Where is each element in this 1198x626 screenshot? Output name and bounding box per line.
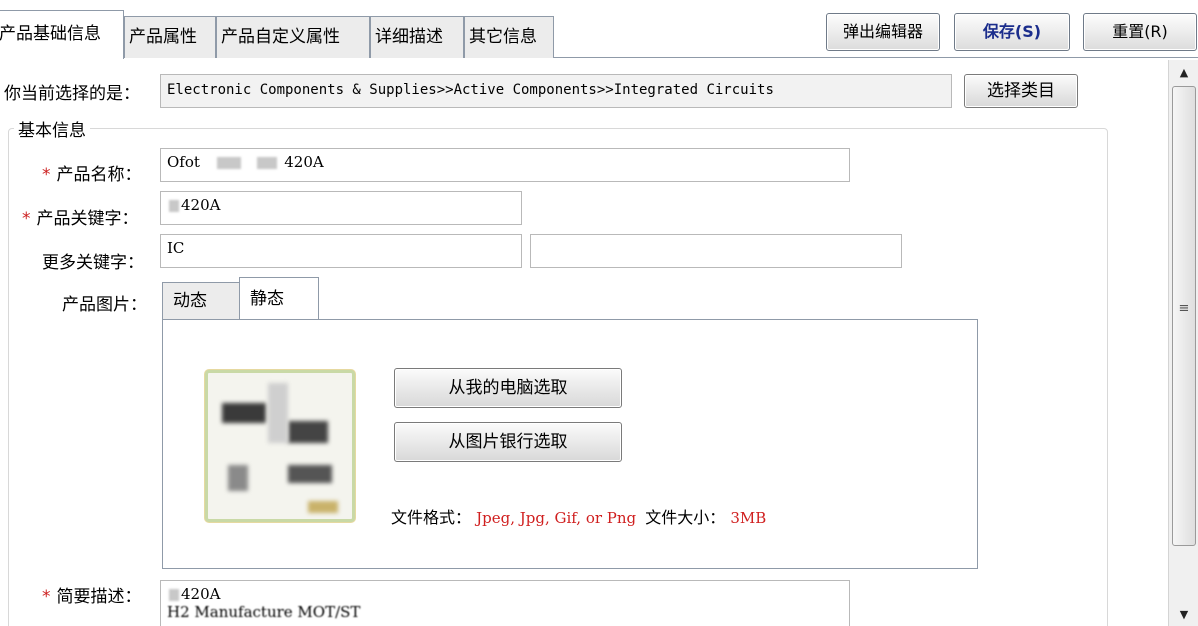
redacted-block: [216, 157, 241, 169]
product-name-suffix: 420A: [284, 153, 324, 171]
tab-other-info[interactable]: 其它信息: [464, 16, 554, 58]
select-from-image-bank-button[interactable]: 从图片银行选取: [394, 422, 622, 462]
tab-basic-info[interactable]: 产品基础信息: [0, 10, 124, 59]
category-path-field: Electronic Components & Supplies>>Active…: [160, 74, 952, 108]
file-format-hint: 文件格式： Jpeg, Jpg, Gif, or Png 文件大小： 3MB: [391, 504, 766, 528]
file-size-label: 文件大小：: [645, 508, 726, 527]
tab-static-image[interactable]: 静态: [239, 277, 319, 320]
file-format-label: 文件格式：: [391, 508, 472, 527]
category-label: 你当前选择的是：: [4, 84, 140, 104]
product-keyword-label: * 产品关键字：: [22, 209, 139, 229]
more-keyword-input-1[interactable]: IC: [160, 234, 522, 268]
product-name-prefix: Ofot: [167, 153, 200, 171]
redacted-block: [169, 200, 179, 212]
required-mark: *: [42, 165, 51, 185]
scrollbar-thumb[interactable]: ≡: [1172, 86, 1196, 546]
product-keyword-input[interactable]: 420A: [160, 191, 522, 225]
product-name-label: * 产品名称：: [42, 165, 142, 185]
file-format-values: Jpeg, Jpg, Gif, or Png: [476, 509, 637, 527]
summary-textarea[interactable]: 420A H2 Manufacture MOT/ST: [160, 580, 850, 626]
product-name-input[interactable]: Ofot 420A: [160, 148, 850, 182]
vertical-scrollbar[interactable]: ▲ ≡ ▼: [1168, 60, 1198, 626]
required-mark: *: [22, 209, 31, 229]
product-keyword-value: 420A: [181, 196, 221, 214]
upload-from-computer-button[interactable]: 从我的电脑选取: [394, 368, 622, 408]
redacted-block: [257, 157, 278, 169]
summary-line-1: 420A: [181, 585, 221, 603]
required-mark: *: [42, 587, 51, 607]
more-keyword-input-2[interactable]: [530, 234, 902, 268]
product-edit-window: 产品基础信息 产品属性 产品自定义属性 详细描述 其它信息 弹出编辑器 保存(S…: [0, 0, 1198, 626]
tab-custom-attributes[interactable]: 产品自定义属性: [216, 16, 370, 58]
image-panel: 从我的电脑选取 从图片银行选取 文件格式： Jpeg, Jpg, Gif, or…: [162, 319, 978, 569]
more-keywords-label: 更多关键字：: [42, 253, 144, 273]
product-image-label: 产品图片：: [62, 295, 147, 315]
redacted-block: [169, 589, 179, 601]
basic-info-title: 基本信息: [14, 116, 90, 141]
tab-detail-description[interactable]: 详细描述: [370, 16, 464, 58]
scroll-down-icon[interactable]: ▼: [1169, 604, 1198, 626]
tab-attributes[interactable]: 产品属性: [124, 16, 216, 58]
file-size-value: 3MB: [730, 509, 767, 527]
tab-dynamic-image[interactable]: 动态: [162, 282, 240, 319]
reset-button[interactable]: 重置(R): [1083, 13, 1197, 51]
save-button[interactable]: 保存(S): [954, 13, 1070, 51]
select-category-button[interactable]: 选择类目: [964, 74, 1078, 108]
summary-label: * 简要描述：: [42, 587, 142, 607]
summary-line-2: H2 Manufacture MOT/ST: [167, 603, 361, 621]
popup-editor-button[interactable]: 弹出编辑器: [826, 13, 940, 51]
product-thumbnail: [205, 370, 355, 522]
scroll-up-icon[interactable]: ▲: [1169, 62, 1198, 84]
grip-icon: ≡: [1178, 301, 1190, 316]
